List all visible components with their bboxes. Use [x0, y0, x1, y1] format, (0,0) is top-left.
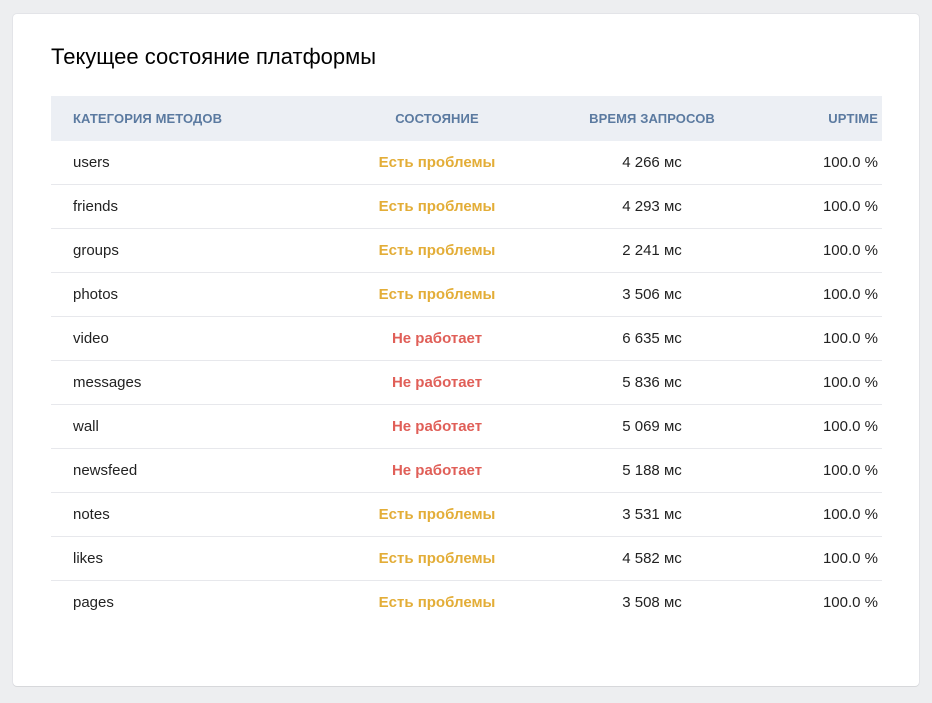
uptime-cell: 100.0 %	[822, 594, 878, 611]
status-badge: Не работает	[391, 374, 483, 391]
category-cell: video	[73, 330, 109, 347]
response-time-cell: 4 293 мс	[622, 198, 682, 215]
table-row: pages Есть проблемы 3 508 мс 100.0 %	[51, 581, 882, 624]
table-header: КАТЕГОРИЯ МЕТОДОВ СОСТОЯНИЕ ВРЕМЯ ЗАПРОС…	[51, 96, 882, 141]
response-time-cell: 6 635 мс	[622, 330, 682, 347]
table-row: friends Есть проблемы 4 293 мс 100.0 %	[51, 185, 882, 229]
uptime-cell: 100.0 %	[822, 330, 878, 347]
uptime-cell: 100.0 %	[822, 286, 878, 303]
uptime-cell: 100.0 %	[822, 374, 878, 391]
table-row: photos Есть проблемы 3 506 мс 100.0 %	[51, 273, 882, 317]
column-header-category: КАТЕГОРИЯ МЕТОДОВ	[73, 111, 223, 126]
uptime-cell: 100.0 %	[822, 506, 878, 523]
response-time-cell: 3 508 мс	[622, 594, 682, 611]
status-badge: Есть проблемы	[378, 550, 496, 567]
status-badge: Не работает	[391, 462, 483, 479]
table-row: notes Есть проблемы 3 531 мс 100.0 %	[51, 493, 882, 537]
status-table: КАТЕГОРИЯ МЕТОДОВ СОСТОЯНИЕ ВРЕМЯ ЗАПРОС…	[51, 96, 882, 624]
status-badge: Есть проблемы	[378, 506, 496, 523]
response-time-cell: 3 531 мс	[622, 506, 682, 523]
category-cell: newsfeed	[73, 462, 138, 479]
platform-status-card: Текущее состояние платформы КАТЕГОРИЯ МЕ…	[13, 14, 919, 686]
category-cell: users	[73, 154, 110, 171]
uptime-cell: 100.0 %	[822, 242, 878, 259]
category-cell: notes	[73, 506, 110, 523]
uptime-cell: 100.0 %	[822, 154, 878, 171]
uptime-cell: 100.0 %	[822, 462, 878, 479]
column-header-response-time: ВРЕМЯ ЗАПРОСОВ	[589, 111, 715, 126]
status-badge: Есть проблемы	[378, 242, 496, 259]
response-time-cell: 5 188 мс	[622, 462, 682, 479]
category-cell: photos	[73, 286, 119, 303]
response-time-cell: 3 506 мс	[622, 286, 682, 303]
column-header-uptime: UPTIME	[828, 111, 878, 126]
status-badge: Не работает	[391, 330, 483, 347]
uptime-cell: 100.0 %	[822, 550, 878, 567]
response-time-cell: 4 266 мс	[622, 154, 682, 171]
response-time-cell: 4 582 мс	[622, 550, 682, 567]
status-badge: Есть проблемы	[378, 198, 496, 215]
category-cell: friends	[73, 198, 119, 215]
status-badge: Не работает	[391, 418, 483, 435]
response-time-cell: 5 836 мс	[622, 374, 682, 391]
table-row: newsfeed Не работает 5 188 мс 100.0 %	[51, 449, 882, 493]
table-row: groups Есть проблемы 2 241 мс 100.0 %	[51, 229, 882, 273]
uptime-cell: 100.0 %	[822, 418, 878, 435]
table-row: wall Не работает 5 069 мс 100.0 %	[51, 405, 882, 449]
column-header-status: СОСТОЯНИЕ	[395, 111, 479, 126]
page-title: Текущее состояние платформы	[51, 44, 377, 69]
table-row: messages Не работает 5 836 мс 100.0 %	[51, 361, 882, 405]
table-row: likes Есть проблемы 4 582 мс 100.0 %	[51, 537, 882, 581]
table-body: users Есть проблемы 4 266 мс 100.0 % friends…	[51, 141, 882, 624]
table-row: video Не работает 6 635 мс 100.0 %	[51, 317, 882, 361]
status-badge: Есть проблемы	[378, 594, 496, 611]
table-row: users Есть проблемы 4 266 мс 100.0 %	[51, 141, 882, 185]
status-badge: Есть проблемы	[378, 154, 496, 171]
response-time-cell: 5 069 мс	[622, 418, 682, 435]
category-cell: likes	[73, 550, 104, 567]
category-cell: messages	[73, 374, 142, 391]
status-badge: Есть проблемы	[378, 286, 496, 303]
response-time-cell: 2 241 мс	[622, 242, 682, 259]
uptime-cell: 100.0 %	[822, 198, 878, 215]
category-cell: groups	[73, 242, 119, 259]
category-cell: pages	[73, 594, 114, 611]
category-cell: wall	[73, 418, 99, 435]
